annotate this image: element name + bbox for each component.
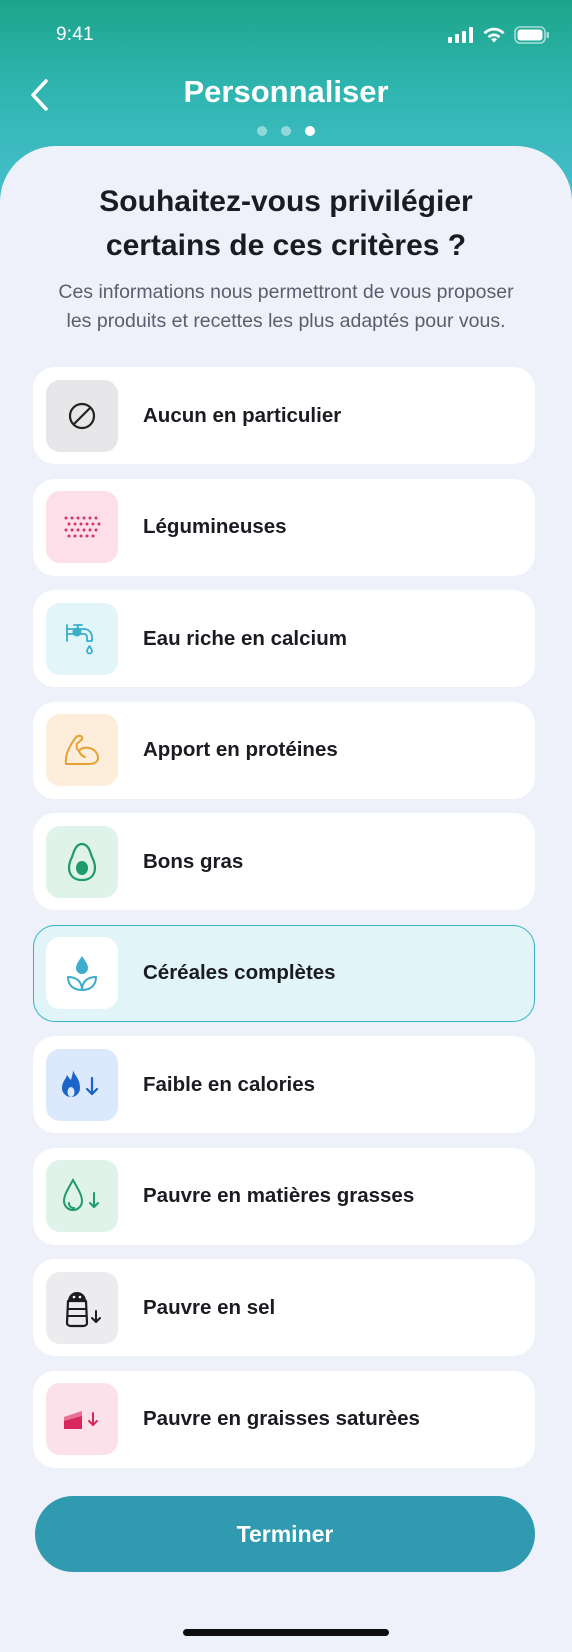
option-apport-en-proteines[interactable]: Apport en protéines xyxy=(33,701,535,799)
option-label: Céréales complètes xyxy=(143,961,336,984)
status-time: 9:41 xyxy=(56,24,94,45)
subtitle-line-2: les produits et recettes les plus adapté… xyxy=(66,310,506,332)
option-label: Aucun en particulier xyxy=(143,403,342,427)
option-pauvre-en-matieres-grasses[interactable]: Pauvre en matières grasses xyxy=(33,1147,535,1245)
legumes-icon xyxy=(46,491,118,563)
subtitle-line-1: Ces informations nous permettront de vou… xyxy=(58,281,514,303)
none-icon xyxy=(46,379,118,452)
flame-down-icon xyxy=(46,1048,118,1121)
option-label: Bons gras xyxy=(143,849,244,873)
fat-drop-down-icon xyxy=(46,1160,118,1232)
screen: 9:41 Personnaliser Souhaitez-vous privil… xyxy=(0,0,572,1652)
option-aucun-en-particulier[interactable]: Aucun en particulier xyxy=(33,367,535,464)
salt-shaker-down-icon xyxy=(46,1271,118,1344)
option-label: Faible en calories xyxy=(143,1072,316,1096)
option-pauvre-en-graisses-saturees[interactable]: Pauvre en graisses saturèes xyxy=(33,1370,535,1468)
step-dot-3 xyxy=(305,126,315,136)
finish-button[interactable]: Terminer xyxy=(35,1496,535,1572)
cake-down-icon xyxy=(46,1383,118,1455)
status-icons xyxy=(448,26,550,44)
option-label: Apport en protéines xyxy=(143,738,338,761)
option-label: Pauvre en sel xyxy=(143,1295,276,1319)
option-legumineuses[interactable]: Légumineuses xyxy=(33,478,535,576)
home-indicator xyxy=(183,1629,389,1636)
grain-icon xyxy=(46,937,118,1009)
signal-icon xyxy=(448,27,473,43)
option-label: Légumineuses xyxy=(143,515,287,538)
option-faible-en-calories[interactable]: Faible en calories xyxy=(33,1036,535,1133)
question-line-1: Souhaitez-vous privilégier xyxy=(99,185,473,218)
question-line-2: certains de ces critères ? xyxy=(105,229,467,262)
muscle-icon xyxy=(46,714,118,786)
step-indicator xyxy=(0,126,572,136)
option-cereales-completes[interactable]: Céréales complètes xyxy=(33,924,535,1022)
avocado-icon xyxy=(46,825,118,898)
page-title: Personnaliser xyxy=(183,74,389,109)
option-label: Eau riche en calcium xyxy=(143,626,347,650)
option-eau-riche-en-calcium[interactable]: Eau riche en calcium xyxy=(33,590,535,687)
step-dot-2 xyxy=(281,126,291,136)
option-bons-gras[interactable]: Bons gras xyxy=(33,813,535,910)
water-tap-icon xyxy=(46,602,118,675)
option-pauvre-en-sel[interactable]: Pauvre en sel xyxy=(33,1259,535,1356)
option-label: Pauvre en matières grasses xyxy=(143,1184,415,1207)
option-label: Pauvre en graisses saturèes xyxy=(143,1407,420,1430)
wifi-icon xyxy=(483,27,505,42)
step-dot-1 xyxy=(257,126,267,136)
question-heading: Souhaitez-vous privilégier certains de c… xyxy=(20,180,552,268)
criteria-list: Aucun en particulier Légumineuses Eau ri… xyxy=(33,367,535,1482)
battery-icon xyxy=(514,26,549,44)
subtitle: Ces informations nous permettront de vou… xyxy=(20,278,552,336)
